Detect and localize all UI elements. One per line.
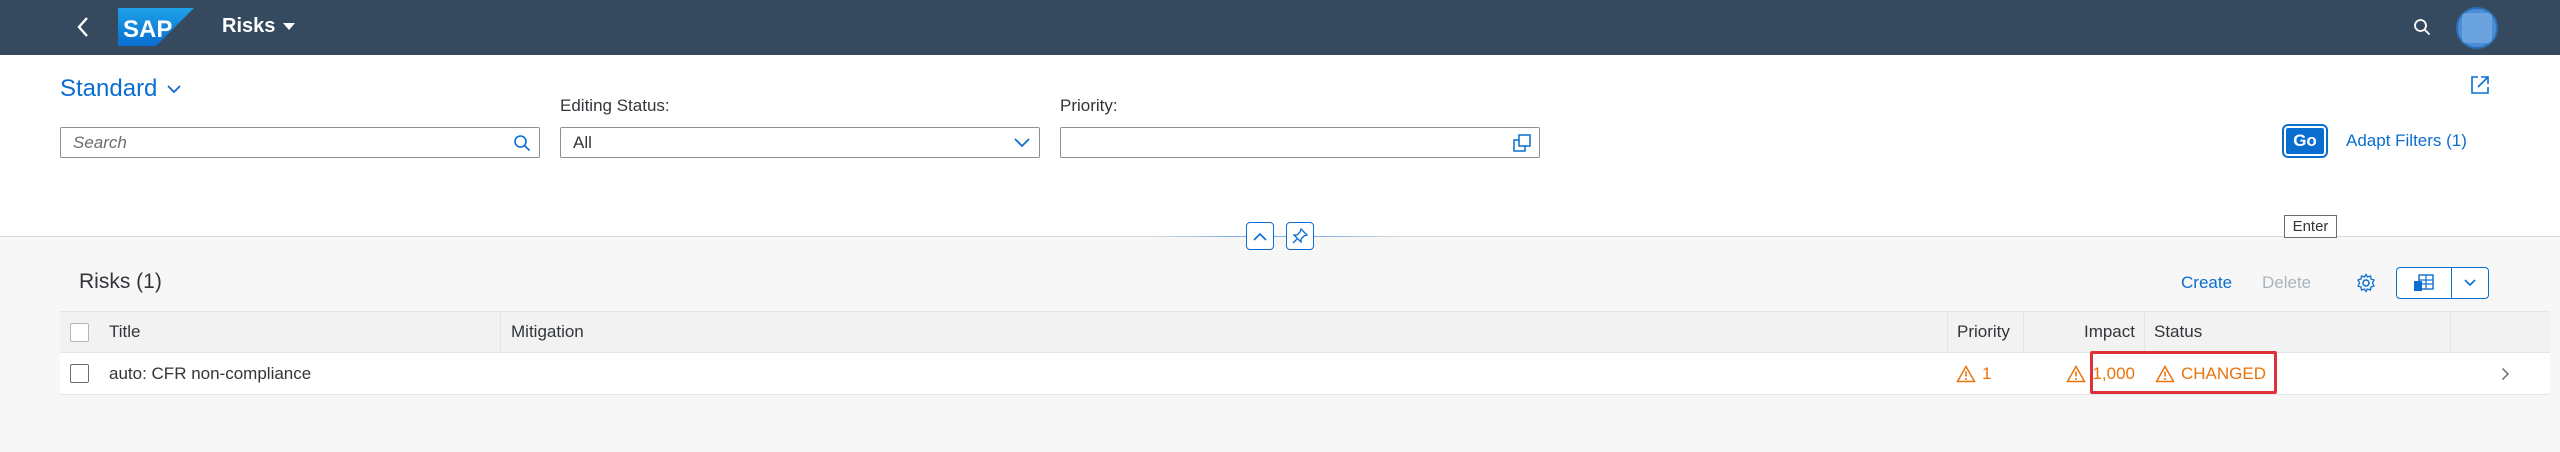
table-header-row: Title Mitigation Priority Impact Status: [60, 311, 2550, 353]
row-priority-value: 1: [1982, 363, 1992, 383]
back-button[interactable]: [66, 10, 100, 44]
table-title: Risks (1): [79, 270, 162, 293]
priority-field[interactable]: [1060, 127, 1540, 158]
user-avatar[interactable]: [2456, 7, 2498, 49]
priority-label: Priority:: [1060, 96, 1118, 115]
export-button[interactable]: [2397, 268, 2453, 298]
editing-status-dropdown-button[interactable]: [1005, 128, 1039, 157]
search-field-button[interactable]: [505, 128, 539, 157]
editing-status-label: Editing Status:: [560, 96, 670, 115]
app-title: Risks: [222, 15, 276, 37]
priority-input[interactable]: [1061, 128, 1505, 157]
column-header-mitigation[interactable]: Mitigation: [511, 312, 584, 352]
adapt-filters-link[interactable]: Adapt Filters (1): [2346, 131, 2467, 151]
row-checkbox[interactable]: [70, 364, 89, 383]
go-tooltip: Enter: [2284, 215, 2337, 238]
table-settings-button[interactable]: [2350, 267, 2382, 299]
column-separator: [2450, 312, 2451, 352]
variant-title: Standard: [60, 75, 158, 102]
column-separator: [1947, 312, 1948, 352]
avatar-image: [2462, 13, 2492, 43]
shell-search-button[interactable]: [2408, 13, 2436, 41]
search-icon: [2414, 19, 2431, 36]
chevron-right-icon: [2501, 367, 2509, 380]
priority-value-help-button[interactable]: [1505, 128, 1539, 157]
app-title-menu[interactable]: Risks: [222, 15, 296, 38]
column-separator: [500, 312, 501, 352]
warning-icon: [1956, 364, 1976, 382]
chevron-down-icon: [1014, 137, 1030, 147]
caret-down-icon: [283, 22, 296, 30]
select-all-checkbox[interactable]: [70, 322, 89, 342]
chevron-up-icon: [1253, 232, 1267, 241]
variant-selector[interactable]: Standard: [60, 75, 182, 103]
export-split-button[interactable]: [2396, 267, 2489, 299]
status-highlight-box: [2090, 351, 2277, 394]
editing-status-value: All: [573, 132, 592, 152]
search-field[interactable]: [60, 127, 540, 158]
row-priority: 1: [1956, 353, 1991, 394]
gear-icon: [2357, 273, 2375, 293]
search-icon: [514, 134, 531, 151]
export-menu-button[interactable]: [2452, 268, 2488, 298]
column-header-priority[interactable]: Priority: [1957, 312, 2010, 352]
pin-header-button[interactable]: [1286, 222, 1314, 250]
editing-status-select[interactable]: All: [560, 127, 1040, 158]
logo-text: SAP: [123, 16, 172, 43]
chevron-down-icon: [2464, 279, 2476, 287]
shell-bar: SAP Risks: [0, 0, 2560, 55]
header-divider: [1150, 236, 1400, 237]
column-separator: [2144, 312, 2145, 352]
chevron-down-icon: [167, 84, 182, 93]
select-all-cell[interactable]: [70, 312, 89, 352]
warning-icon: [2066, 364, 2087, 382]
row-select-cell[interactable]: [70, 353, 89, 394]
value-help-icon: [1513, 133, 1531, 152]
search-input[interactable]: [61, 128, 505, 157]
export-spreadsheet-icon: [2414, 274, 2434, 291]
column-header-impact[interactable]: Impact: [2023, 312, 2135, 352]
row-navigation[interactable]: [2470, 353, 2540, 394]
row-title: auto: CFR non-compliance: [109, 363, 312, 383]
column-header-status[interactable]: Status: [2154, 312, 2202, 352]
share-button[interactable]: [2466, 71, 2494, 99]
pin-icon: [1292, 228, 1308, 244]
column-header-title[interactable]: Title: [109, 312, 141, 352]
go-button[interactable]: Go: [2282, 124, 2328, 158]
chevron-left-icon: [77, 17, 88, 37]
delete-button[interactable]: Delete: [2262, 273, 2311, 293]
collapse-header-button[interactable]: [1246, 222, 1274, 250]
create-button[interactable]: Create: [2181, 273, 2232, 293]
share-icon: [2471, 76, 2489, 94]
sap-logo: SAP: [118, 8, 194, 46]
